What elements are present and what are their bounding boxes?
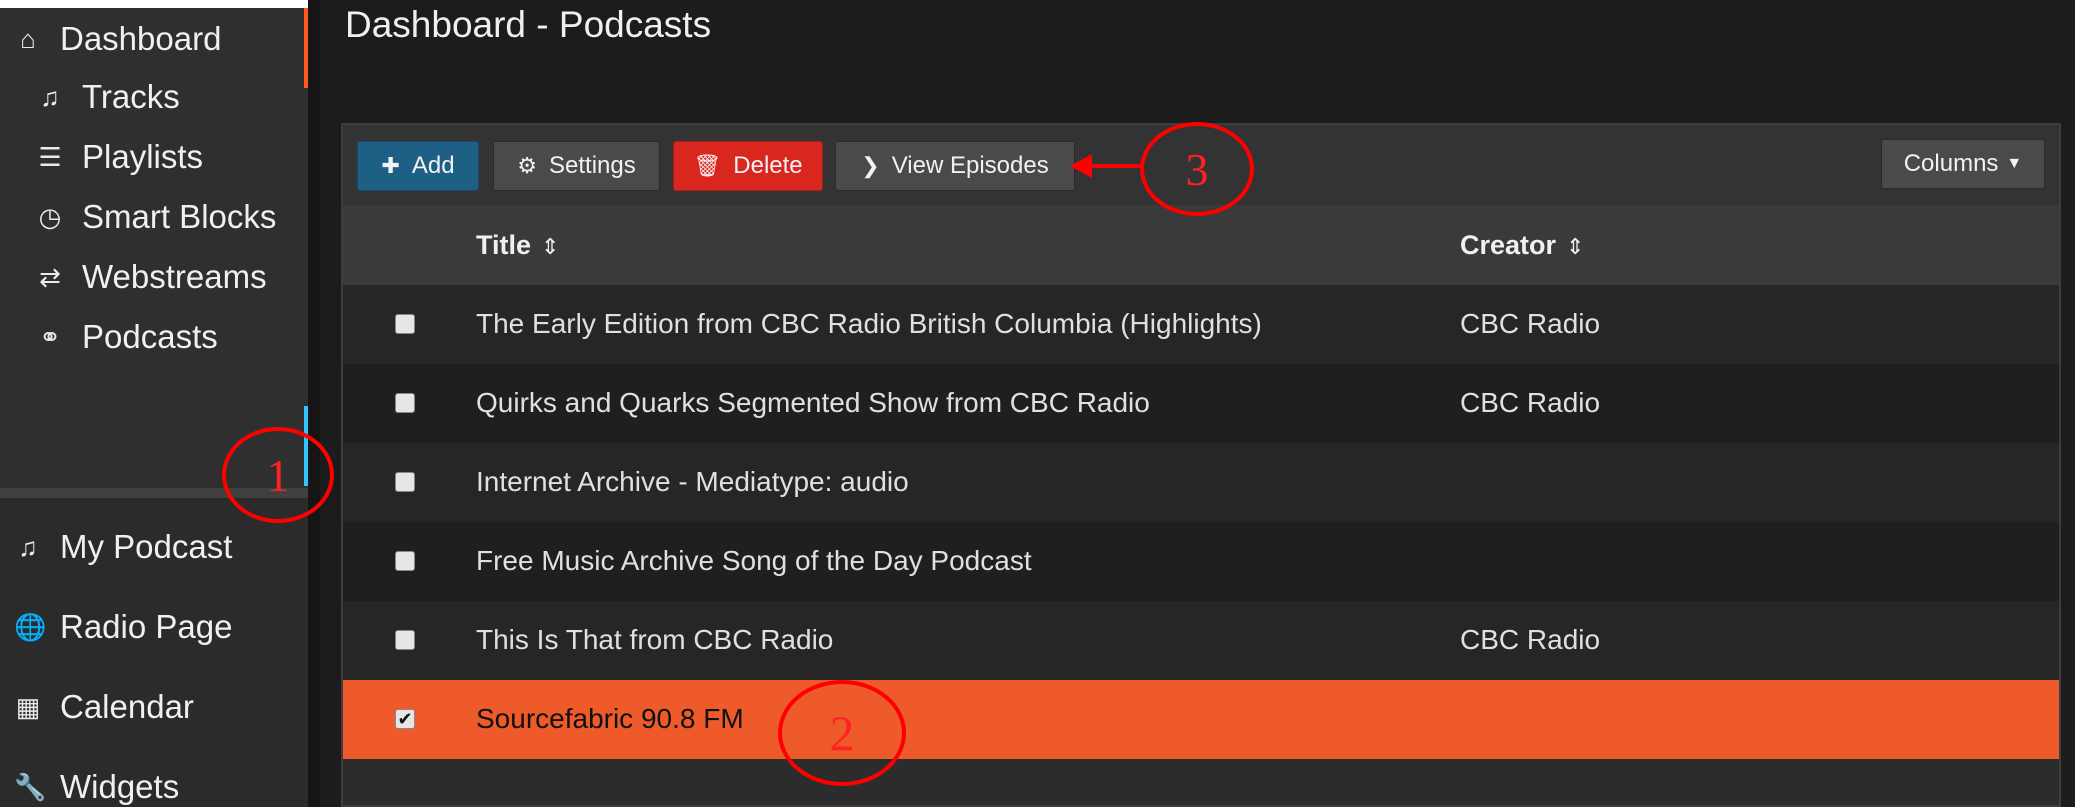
sort-icon: ⇕ (541, 233, 560, 259)
cell-title: Internet Archive - Mediatype: audio (476, 466, 909, 497)
caret-down-icon: ▼ (2006, 155, 2023, 172)
cell-title: This Is That from CBC Radio (476, 624, 834, 655)
add-button[interactable]: ✚ Add (357, 141, 479, 191)
headphones-icon: ⚭ (39, 321, 61, 352)
columns-button[interactable]: Columns ▼ (1881, 139, 2045, 189)
sidebar-border (308, 0, 320, 807)
calendar-icon: ▦ (15, 691, 41, 722)
sidebar-item-label: Radio Page (60, 608, 233, 645)
wrench-icon: 🔧 (14, 771, 47, 802)
table-row[interactable]: Free Music Archive Song of the Day Podca… (343, 522, 2059, 601)
cell-creator: CBC Radio (1460, 624, 1601, 655)
row-checkbox[interactable] (395, 393, 415, 413)
sidebar-item-podcasts[interactable]: ⚭ Podcasts (0, 298, 342, 376)
table-row[interactable]: Quirks and Quarks Segmented Show from CB… (343, 364, 2059, 443)
gear-icon: ⚙ (517, 153, 537, 178)
sidebar-item-calendar[interactable]: ▦ Calendar (0, 668, 320, 746)
shuffle-icon: ⇄ (39, 261, 61, 292)
row-checkbox[interactable] (395, 551, 415, 571)
trash-icon: 🗑 (693, 153, 722, 178)
table-row[interactable]: This Is That from CBC Radio CBC Radio (343, 601, 2059, 680)
sort-icon: ⇕ (1566, 233, 1585, 259)
annotation-number: 1 (266, 449, 290, 501)
annotation-circle-2: 2 (778, 680, 906, 786)
table-row-selected[interactable]: ✔ Sourcefabric 90.8 FM (343, 680, 2059, 759)
annotation-arrow-line (1083, 164, 1143, 168)
cell-creator: CBC Radio (1460, 308, 1601, 339)
annotation-arrow-head (1070, 154, 1092, 178)
settings-button[interactable]: ⚙ Settings (493, 141, 660, 191)
annotation-circle-3: 3 (1140, 122, 1254, 216)
column-header-title[interactable]: Title ⇕ (476, 230, 559, 261)
page-title: Dashboard - Podcasts (345, 4, 712, 45)
row-checkbox[interactable] (395, 630, 415, 650)
sidebar-item-label: Podcasts (82, 318, 218, 355)
cell-creator: CBC Radio (1460, 387, 1601, 418)
columns-button-label: Columns (1903, 150, 1999, 177)
sidebar-item-label: Calendar (60, 688, 194, 725)
globe-icon: 🌐 (14, 611, 47, 642)
annotation-number: 3 (1185, 143, 1209, 195)
row-checkbox-checked[interactable]: ✔ (395, 709, 415, 729)
sidebar-item-label: Smart Blocks (82, 198, 277, 235)
music-note-icon: ♫ (18, 531, 38, 562)
cell-title: Sourcefabric 90.8 FM (476, 703, 744, 734)
add-button-label: Add (411, 152, 455, 179)
annotation-circle-1: 1 (222, 427, 334, 523)
cell-title: The Early Edition from CBC Radio British… (476, 308, 1262, 339)
row-checkbox[interactable] (395, 314, 415, 334)
sidebar: ⌂ Dashboard ♫ Tracks ☰ Playlists ◷ Smart… (0, 0, 310, 807)
sidebar-item-widgets[interactable]: 🔧 Widgets (0, 748, 320, 807)
sidebar-item-radio-page[interactable]: 🌐 Radio Page (0, 588, 320, 666)
column-header-creator[interactable]: Creator ⇕ (1460, 230, 1584, 261)
clock-icon: ◷ (38, 201, 62, 232)
sidebar-item-label: Tracks (82, 78, 180, 115)
delete-button[interactable]: 🗑 Delete (673, 141, 823, 191)
delete-button-label: Delete (733, 152, 803, 179)
checkmark-icon: ✔ (397, 708, 413, 729)
list-icon: ☰ (38, 141, 62, 172)
view-episodes-button[interactable]: ❯ View Episodes (835, 141, 1075, 191)
app-frame: ⌂ Dashboard ♫ Tracks ☰ Playlists ◷ Smart… (0, 0, 2075, 807)
podcasts-panel: ✚ Add ⚙ Settings 🗑 Delete ❯ View Episode… (341, 123, 2061, 807)
sidebar-item-label: Webstreams (82, 258, 267, 295)
table-row[interactable]: Internet Archive - Mediatype: audio (343, 443, 2059, 522)
home-icon: ⌂ (20, 23, 36, 54)
row-checkbox[interactable] (395, 472, 415, 492)
sidebar-item-label: My Podcast (60, 528, 233, 565)
chevron-right-icon: ❯ (861, 153, 880, 178)
sidebar-item-label: Playlists (82, 138, 204, 175)
settings-button-label: Settings (549, 152, 636, 179)
annotation-number: 2 (829, 705, 855, 761)
column-header-label: Title (476, 229, 532, 260)
sidebar-item-label: Widgets (60, 768, 180, 805)
sidebar-item-label: Dashboard (60, 20, 222, 57)
cell-title: Free Music Archive Song of the Day Podca… (476, 545, 1032, 576)
column-header-label: Creator (1460, 229, 1557, 260)
table-header: Title ⇕ Creator ⇕ (343, 205, 2059, 285)
table-row[interactable]: The Early Edition from CBC Radio British… (343, 285, 2059, 364)
plus-icon: ✚ (381, 153, 400, 178)
view-episodes-button-label: View Episodes (891, 152, 1049, 179)
music-note-icon: ♫ (40, 81, 60, 112)
cell-title: Quirks and Quarks Segmented Show from CB… (476, 387, 1150, 418)
